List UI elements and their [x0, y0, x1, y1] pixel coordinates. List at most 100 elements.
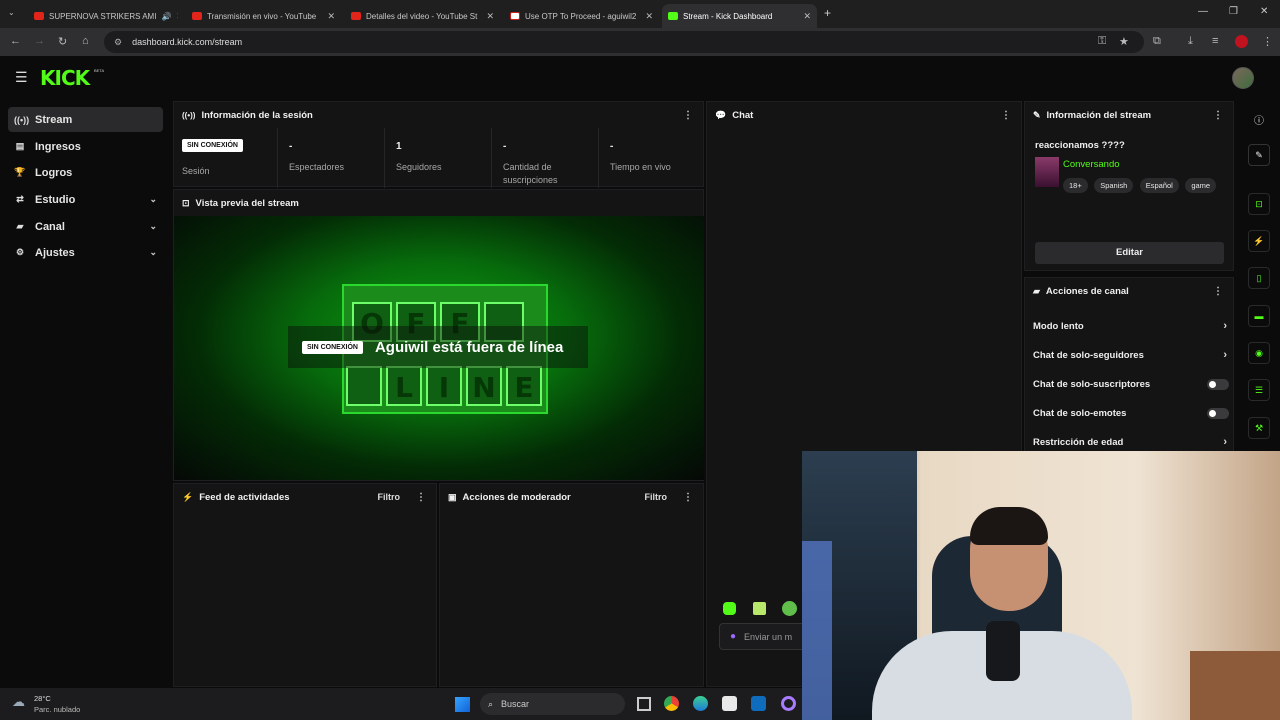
- stat-subscriptions: - Cantidad de suscripciones: [492, 128, 599, 188]
- download-icon[interactable]: ⤓: [1188, 35, 1193, 48]
- hamburger-menu-icon[interactable]: ☰: [15, 69, 28, 86]
- speaker-icon[interactable]: 🔊: [161, 12, 171, 21]
- more-options-icon[interactable]: ⋮: [1213, 286, 1223, 297]
- kick-logo[interactable]: KICK: [40, 66, 90, 90]
- tab-search-icon[interactable]: ⌄: [8, 8, 15, 17]
- maximize-icon[interactable]: ❐: [1229, 6, 1238, 17]
- back-icon[interactable]: ←: [10, 35, 21, 47]
- broadcast-icon: ((•)): [14, 114, 30, 125]
- profile-avatar-icon[interactable]: [1235, 35, 1248, 48]
- chrome-icon[interactable]: [664, 696, 679, 711]
- close-tab-icon[interactable]: ✕: [645, 11, 653, 22]
- stat-label: Espectadores: [289, 162, 345, 172]
- search-icon: ⌕: [488, 698, 494, 709]
- close-tab-icon[interactable]: ✕: [486, 11, 494, 22]
- info-icon[interactable]: ⓘ: [1254, 112, 1264, 127]
- sidebar-item-ingresos[interactable]: ▤ Ingresos: [8, 134, 163, 159]
- browser-tab[interactable]: Detalles del video - YouTube St ✕: [345, 4, 500, 28]
- emote-icon[interactable]: [753, 602, 766, 615]
- browser-tab[interactable]: SUPERNOVA STRIKERS AMI 🔊 ✕: [28, 4, 178, 28]
- filter-button[interactable]: Filtro: [645, 492, 668, 502]
- broadcast-icon[interactable]: ◉: [1248, 342, 1270, 364]
- document-icon[interactable]: ▯: [1248, 267, 1270, 289]
- close-tab-icon[interactable]: ✕: [803, 11, 811, 22]
- kick-emote-icon[interactable]: [723, 602, 736, 615]
- broadcast-icon: ((•)): [182, 110, 196, 120]
- microphone-icon[interactable]: ●: [730, 631, 736, 642]
- close-tab-icon[interactable]: ✕: [176, 11, 178, 22]
- weather-cloud-icon[interactable]: ☁: [12, 694, 25, 710]
- windows-start-icon[interactable]: [455, 697, 470, 712]
- emote-face-icon[interactable]: [782, 601, 797, 616]
- subscribers-only-toggle[interactable]: [1207, 378, 1229, 390]
- action-subscribers-only: Chat de solo-suscriptores: [1033, 373, 1233, 395]
- address-bar[interactable]: ⚙ dashboard.kick.com/stream: [104, 31, 1144, 53]
- home-icon[interactable]: ⌂: [82, 35, 89, 47]
- panel-title: Información de la sesión: [201, 109, 313, 121]
- stat-label: Tiempo en vivo: [610, 162, 671, 172]
- filter-button[interactable]: Filtro: [378, 492, 401, 502]
- sidebar-item-ajustes[interactable]: ⚙ Ajustes ⌄: [8, 240, 163, 265]
- tab-list-icon[interactable]: ≡: [1212, 35, 1218, 47]
- offline-badge: SIN CONEXIÓN: [302, 340, 363, 354]
- trophy-icon: 🏆: [14, 167, 26, 177]
- more-options-icon[interactable]: ⋮: [683, 110, 693, 121]
- more-options-icon[interactable]: ⋮: [1213, 110, 1223, 121]
- menu-dots-icon[interactable]: ⋮: [1262, 35, 1273, 48]
- action-label: Modo lento: [1033, 320, 1084, 332]
- bookmark-star-icon[interactable]: ★: [1119, 35, 1129, 48]
- chat-bubble-icon[interactable]: ▬: [1248, 305, 1270, 327]
- category-thumbnail: [1035, 157, 1059, 187]
- obs-icon[interactable]: [781, 696, 796, 711]
- wrench-icon[interactable]: ⚒: [1248, 417, 1270, 439]
- forward-icon[interactable]: →: [34, 35, 45, 47]
- sidebar-item-estudio[interactable]: ⇄ Estudio ⌄: [8, 187, 163, 212]
- taskbar-search[interactable]: ⌕ Buscar: [480, 693, 625, 715]
- url-text: dashboard.kick.com/stream: [132, 37, 243, 47]
- sidebar-item-label: Ingresos: [35, 140, 81, 153]
- sidebar-item-stream[interactable]: ((•)) Stream: [8, 107, 163, 132]
- chevron-right-icon: ›: [1223, 436, 1227, 448]
- more-options-icon[interactable]: ⋮: [683, 492, 693, 503]
- close-window-icon[interactable]: ✕: [1260, 6, 1268, 17]
- edit-pencil-icon[interactable]: ✎: [1248, 144, 1270, 166]
- new-tab-icon[interactable]: +: [824, 6, 831, 20]
- chat-input-placeholder: Enviar un m: [744, 631, 793, 642]
- store-icon[interactable]: [722, 696, 737, 711]
- sidebar-item-logros[interactable]: 🏆 Logros: [8, 160, 163, 185]
- action-age-restriction[interactable]: Restricción de edad ›: [1033, 431, 1233, 453]
- action-followers-only[interactable]: Chat de solo-seguidores ›: [1033, 344, 1233, 366]
- minimize-icon[interactable]: —: [1198, 6, 1208, 17]
- edge-icon[interactable]: [693, 696, 708, 711]
- edit-button[interactable]: Editar: [1035, 242, 1224, 264]
- user-avatar[interactable]: [1232, 67, 1254, 89]
- close-tab-icon[interactable]: ✕: [327, 11, 335, 22]
- more-options-icon[interactable]: ⋮: [1001, 110, 1011, 121]
- stream-preview[interactable]: O F F L I N E SIN CONEXIÓN Aguiwil está …: [174, 216, 704, 480]
- sidebar-item-canal[interactable]: ▰ Canal ⌄: [8, 214, 163, 239]
- stat-live-time: - Tiempo en vivo: [599, 128, 705, 188]
- category-name[interactable]: Conversando: [1063, 159, 1120, 170]
- more-options-icon[interactable]: ⋮: [416, 492, 426, 503]
- emotes-only-toggle[interactable]: [1207, 407, 1229, 419]
- extensions-icon[interactable]: ⧉: [1153, 35, 1161, 48]
- layout-icon[interactable]: ☰: [1248, 379, 1270, 401]
- youtube-favicon-icon: [192, 12, 202, 20]
- stat-label: Cantidad de suscripciones: [503, 162, 558, 185]
- browser-tab[interactable]: Use OTP To Proceed - aguiwil2 ✕: [504, 4, 659, 28]
- browser-tab[interactable]: Transmisión en vivo - YouTube ✕: [186, 4, 341, 28]
- lightning-icon[interactable]: ⚡: [1248, 230, 1270, 252]
- browser-tab-active[interactable]: Stream - Kick Dashboard ✕: [662, 4, 817, 28]
- reload-icon[interactable]: ↻: [58, 35, 67, 48]
- panel-title: Información del stream: [1046, 109, 1152, 121]
- password-key-icon[interactable]: ⚿: [1098, 35, 1106, 48]
- action-label: Restricción de edad: [1033, 436, 1124, 448]
- money-icon: ▤: [15, 141, 25, 151]
- action-slow-mode[interactable]: Modo lento ›: [1033, 315, 1233, 337]
- task-view-icon[interactable]: [637, 697, 651, 711]
- outlook-icon[interactable]: [751, 696, 766, 711]
- panel-header: ⚡ Feed de actividades Filtro ⋮: [174, 484, 436, 510]
- panel-header: 💬 Chat ⋮: [707, 102, 1021, 128]
- site-info-icon[interactable]: ⚙: [114, 37, 122, 48]
- screenshot-icon[interactable]: ⊡: [1248, 193, 1270, 215]
